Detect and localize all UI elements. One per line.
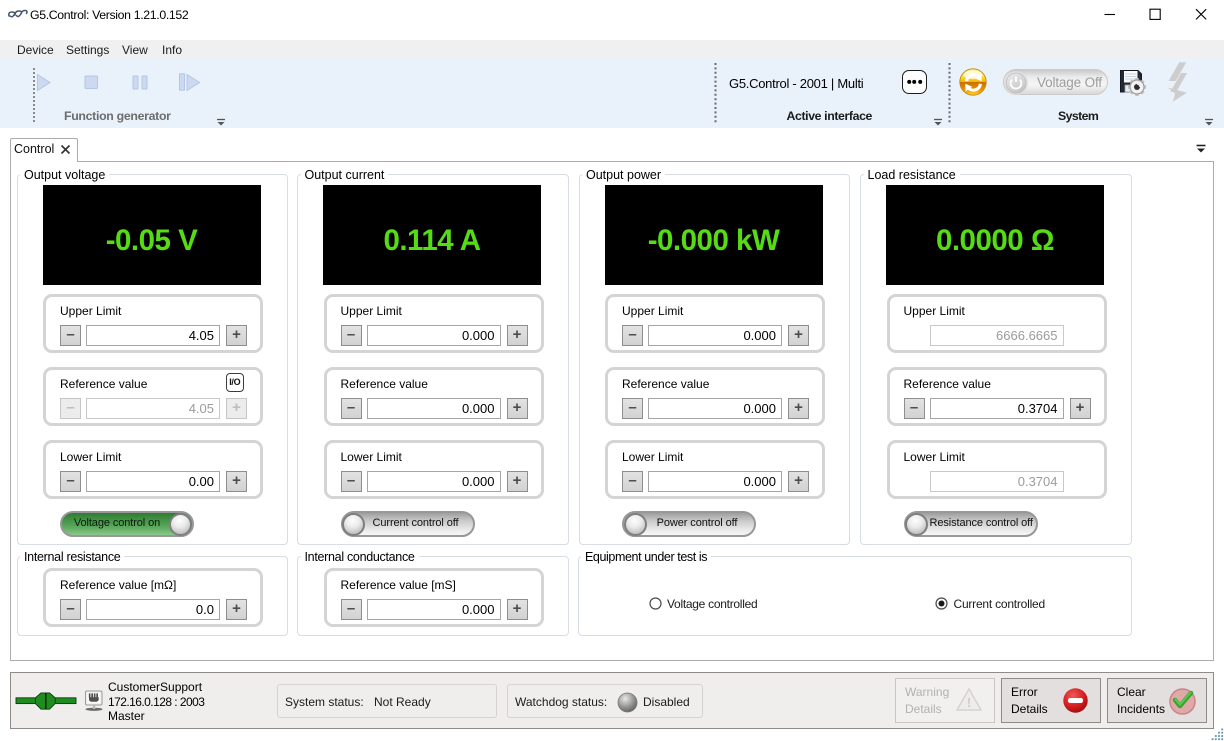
- svg-text:!: !: [967, 695, 971, 710]
